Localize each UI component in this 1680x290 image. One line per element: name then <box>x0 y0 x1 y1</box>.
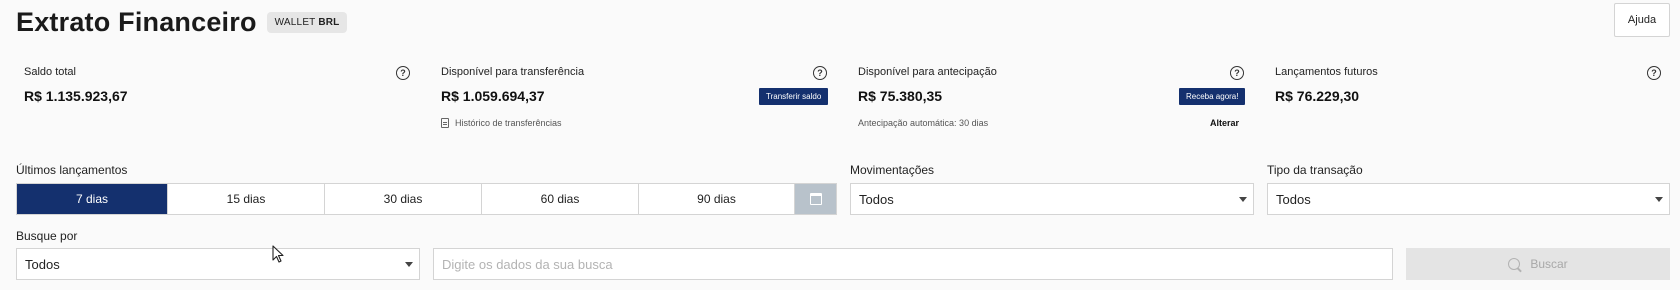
total-balance-value: R$ 1.135.923,67 <box>24 88 128 104</box>
summary-card-total-balance: Saldo total ? R$ 1.135.923,67 <box>16 66 416 136</box>
movements-filter-label: Movimentações <box>850 163 935 177</box>
period-option-90-days[interactable]: 90 dias <box>639 184 795 214</box>
transfer-history-label: Histórico de transferências <box>455 118 562 128</box>
transfer-available-label: Disponível para transferência <box>441 66 585 78</box>
movements-select-value: Todos <box>859 191 894 207</box>
chevron-down-icon <box>1655 197 1663 202</box>
period-filter-group: 7 dias 15 dias 30 dias 60 dias 90 dias <box>16 183 837 215</box>
transfer-history-link[interactable]: Histórico de transferências <box>441 118 562 128</box>
anticipation-available-label: Disponível para antecipação <box>858 66 997 78</box>
search-icon <box>1508 258 1521 270</box>
search-button-label: Buscar <box>1530 257 1568 271</box>
help-button[interactable]: Ajuda <box>1614 3 1670 37</box>
period-option-30-days[interactable]: 30 dias <box>325 184 482 214</box>
calendar-button[interactable] <box>795 184 836 214</box>
change-auto-anticipation-link[interactable]: Alterar <box>1210 118 1239 128</box>
page-title: Extrato Financeiro <box>16 6 257 37</box>
chevron-down-icon <box>405 262 413 267</box>
search-button[interactable]: Buscar <box>1406 248 1670 280</box>
transaction-type-filter-label: Tipo da transação <box>1267 163 1363 177</box>
future-entries-value: R$ 76.229,30 <box>1275 88 1360 104</box>
chevron-down-icon <box>1239 197 1247 202</box>
transfer-available-value: R$ 1.059.694,37 <box>441 88 545 104</box>
total-balance-label: Saldo total <box>24 66 76 78</box>
help-icon[interactable]: ? <box>1647 66 1661 80</box>
search-by-select-value: Todos <box>25 256 60 272</box>
calendar-icon <box>809 193 822 205</box>
wallet-badge-currency: BRL <box>318 16 340 28</box>
period-option-60-days[interactable]: 60 dias <box>482 184 639 214</box>
wallet-badge-prefix: WALLET <box>274 16 316 28</box>
period-filter-label: Últimos lançamentos <box>16 163 128 177</box>
search-by-select[interactable]: Todos <box>16 248 420 280</box>
summary-card-anticipation-available: Disponível para antecipação ? R$ 75.380,… <box>850 66 1250 136</box>
search-input[interactable] <box>433 248 1393 280</box>
mouse-cursor-icon <box>272 245 284 263</box>
future-entries-label: Lançamentos futuros <box>1275 66 1378 78</box>
help-icon[interactable]: ? <box>1230 66 1244 80</box>
auto-anticipation-info: Antecipação automática: 30 dias <box>858 118 989 128</box>
document-icon <box>441 118 449 128</box>
help-icon[interactable]: ? <box>396 66 410 80</box>
page-header: Extrato Financeiro WALLET BRL <box>16 4 348 40</box>
search-by-label: Busque por <box>16 229 78 243</box>
period-option-7-days[interactable]: 7 dias <box>17 184 168 214</box>
help-icon[interactable]: ? <box>813 66 827 80</box>
transfer-balance-button[interactable]: Transferir saldo <box>759 88 829 105</box>
movements-select[interactable]: Todos <box>850 183 1254 215</box>
period-option-15-days[interactable]: 15 dias <box>168 184 325 214</box>
receive-now-button[interactable]: Receba agora! <box>1179 88 1246 105</box>
anticipation-available-value: R$ 75.380,35 <box>858 88 943 104</box>
summary-card-future-entries: Lançamentos futuros ? R$ 76.229,30 <box>1267 66 1667 136</box>
wallet-badge: WALLET BRL <box>266 11 348 33</box>
transaction-type-select-value: Todos <box>1276 191 1311 207</box>
transaction-type-select[interactable]: Todos <box>1267 183 1670 215</box>
summary-card-transfer-available: Disponível para transferência ? R$ 1.059… <box>433 66 833 136</box>
